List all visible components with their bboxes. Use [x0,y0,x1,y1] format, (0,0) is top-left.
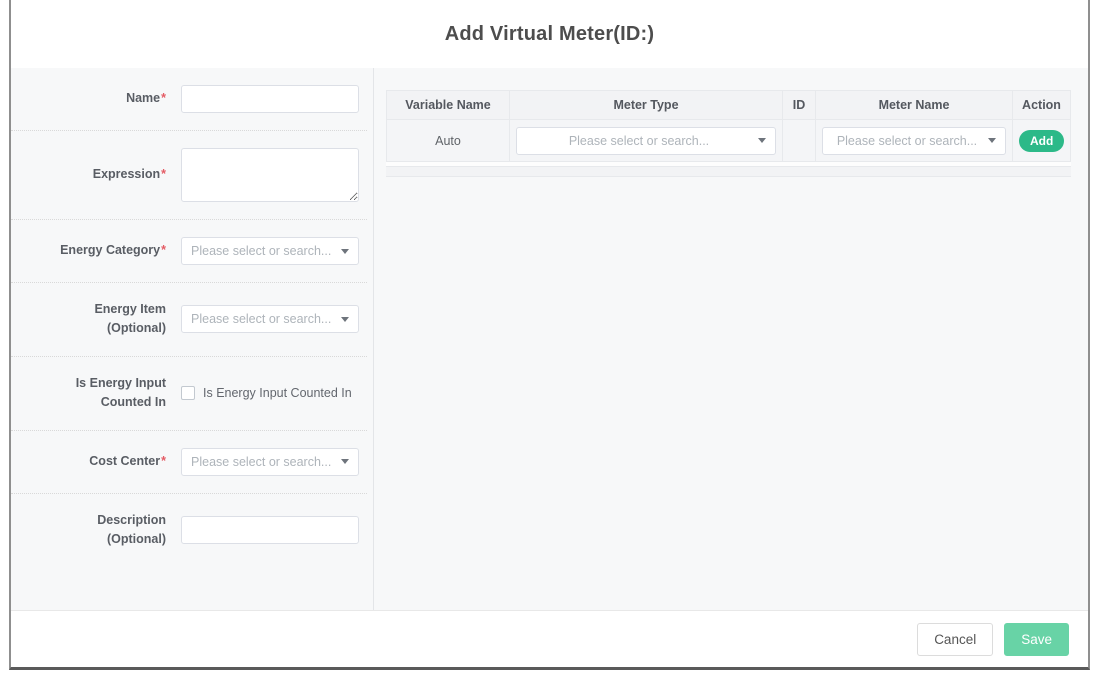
required-asterisk: * [161,243,166,257]
required-asterisk: * [161,91,166,105]
dialog-header: Add Virtual Meter(ID:) [11,0,1088,68]
cost-center-label: Cost Center* [11,452,166,471]
form-row-expression: Expression* [11,131,367,220]
energy-item-select[interactable]: Please select or search... [181,305,359,333]
name-input[interactable] [181,85,359,113]
chevron-down-icon [758,138,766,143]
column-header-action: Action [1013,91,1071,120]
id-cell [783,120,816,162]
meter-type-placeholder: Please select or search... [526,134,752,148]
meter-name-placeholder: Please select or search... [832,134,982,148]
add-virtual-meter-dialog: Add Virtual Meter(ID:) Name* Expression*… [9,0,1090,670]
expression-textarea[interactable] [181,148,359,202]
form-row-energy-item: Energy Item (Optional) Please select or … [11,283,367,357]
dialog-body: Name* Expression* Energy Category* Pleas… [11,68,1088,610]
chevron-down-icon [988,138,996,143]
expression-label: Expression* [11,165,166,184]
name-label: Name* [11,89,166,108]
column-header-variable-name: Variable Name [387,91,510,120]
form-row-is-energy-input: Is Energy Input Counted In Is Energy Inp… [11,357,367,431]
meter-type-cell: Please select or search... [510,120,783,162]
description-label: Description (Optional) [11,511,166,550]
meter-type-select[interactable]: Please select or search... [516,127,776,155]
cancel-button[interactable]: Cancel [917,623,993,656]
cost-center-placeholder: Please select or search... [191,455,335,469]
chevron-down-icon [341,459,349,464]
energy-category-placeholder: Please select or search... [191,244,335,258]
meter-name-cell: Please select or search... [816,120,1013,162]
dialog-title: Add Virtual Meter(ID:) [445,23,655,46]
meter-name-select[interactable]: Please select or search... [822,127,1006,155]
form-row-cost-center: Cost Center* Please select or search... [11,431,367,494]
form-row-name: Name* [11,68,367,131]
chevron-down-icon [341,249,349,254]
chevron-down-icon [341,317,349,322]
energy-category-label: Energy Category* [11,241,166,260]
description-input[interactable] [181,516,359,544]
action-cell: Add [1013,120,1071,162]
table-row: Auto Please select or search... Please s… [387,120,1071,162]
variables-table: Variable Name Meter Type ID Meter Name A… [386,90,1071,162]
energy-item-label: Energy Item (Optional) [11,300,166,339]
energy-item-placeholder: Please select or search... [191,312,335,326]
table-header-row: Variable Name Meter Type ID Meter Name A… [387,91,1071,120]
dialog-footer: Cancel Save [11,610,1088,667]
add-variable-button[interactable]: Add [1019,130,1064,152]
is-energy-input-label: Is Energy Input Counted In [11,374,166,413]
column-header-meter-type: Meter Type [510,91,783,120]
column-header-id: ID [783,91,816,120]
required-asterisk: * [161,454,166,468]
required-asterisk: * [161,167,166,181]
is-energy-input-checkbox[interactable] [181,386,195,400]
table-footer-strip [386,166,1071,177]
is-energy-input-checkbox-group: Is Energy Input Counted In [181,386,352,400]
is-energy-input-checkbox-text: Is Energy Input Counted In [203,386,352,400]
save-button[interactable]: Save [1004,623,1069,656]
form-row-description: Description (Optional) [11,494,367,567]
virtual-meter-form: Name* Expression* Energy Category* Pleas… [11,68,374,610]
cost-center-select[interactable]: Please select or search... [181,448,359,476]
energy-category-select[interactable]: Please select or search... [181,237,359,265]
form-row-energy-category: Energy Category* Please select or search… [11,220,367,283]
variable-name-cell: Auto [387,120,510,162]
variables-table-panel: Variable Name Meter Type ID Meter Name A… [374,68,1088,610]
column-header-meter-name: Meter Name [816,91,1013,120]
